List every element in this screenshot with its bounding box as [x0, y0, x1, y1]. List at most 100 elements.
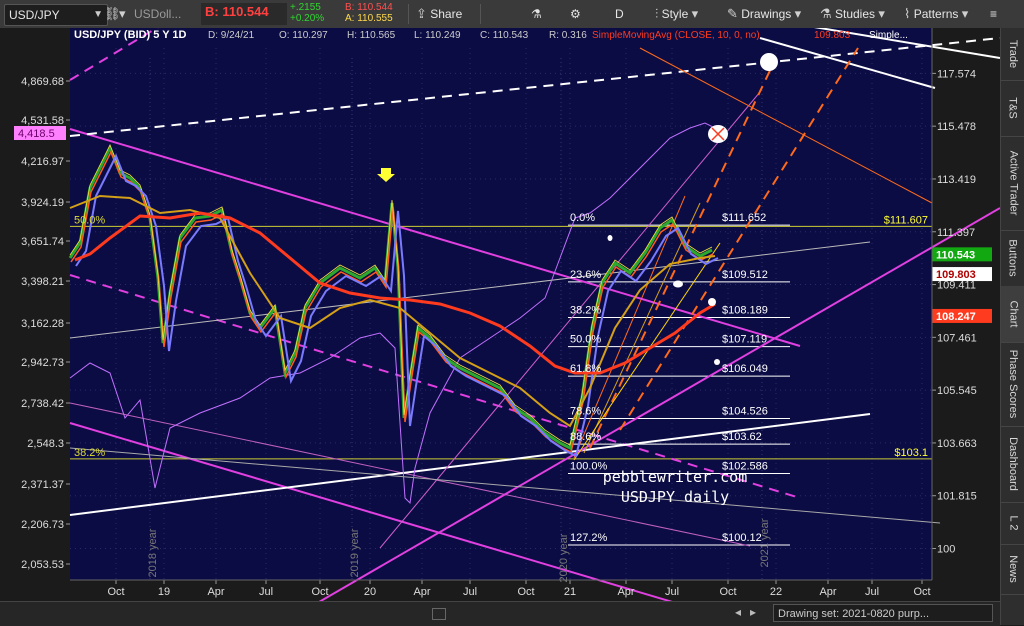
fib-level-price: $106.049 [722, 363, 768, 375]
drawings-button[interactable]: ✎ Drawings ▾ [727, 4, 801, 24]
bid-small: B: 110.544 [345, 2, 393, 13]
left-axis-tick-label: 4,531.58 [21, 115, 64, 127]
sidebar-tab-label: Active Trader [1007, 150, 1019, 216]
patterns-icon: ⌇ [904, 6, 911, 21]
x-axis-tick-label: Jul [665, 586, 679, 598]
left-axis-tick-label: 2,548.3 [27, 438, 64, 450]
chevron-down-icon[interactable]: ▾ [119, 4, 126, 24]
flask-icon[interactable]: ⚗ [531, 4, 542, 24]
year-label: 2019 year [349, 528, 361, 577]
bid-price: B: 110.544 [205, 4, 269, 19]
right-axis-tick-label: 117.574 [937, 68, 976, 80]
x-axis-tick-label: Oct [913, 586, 930, 598]
scroll-handle[interactable] [432, 608, 446, 620]
fib-level-price: $109.512 [722, 269, 768, 281]
ask-small: A: 110.555 [345, 13, 393, 24]
navigate-prev-icon[interactable]: ◂ [735, 605, 741, 619]
fib-level-price: $107.119 [722, 334, 767, 346]
horizontal-level-price: $111.607 [884, 214, 928, 226]
price-chart[interactable]: USD/JPY (BID) 5 Y 1D D: 9/24/21 O: 110.297… [0, 28, 1000, 601]
horizontal-level-pct: 38.2% [74, 447, 105, 459]
fib-level-pct: 50.0% [570, 334, 601, 346]
fib-level-pct: 127.2% [570, 532, 608, 544]
left-axis-tick-label: 2,371.37 [21, 479, 64, 491]
x-axis-tick-label: 19 [158, 586, 170, 598]
sidebar-tab-active-trader[interactable]: Active Trader [1001, 136, 1024, 231]
sidebar-tab-label: News [1007, 555, 1020, 583]
change-box: +.2155 +0.20% [290, 2, 324, 24]
x-axis-tick-label: Jul [259, 586, 273, 598]
header-close: C: 110.543 [480, 30, 529, 41]
left-axis-tick-label: 3,924.19 [21, 197, 64, 209]
header-high: H: 110.565 [347, 30, 396, 41]
right-axis-tick-label: 100 [937, 544, 955, 556]
left-axis-tick-label: 3,651.74 [21, 236, 64, 248]
chevron-down-icon: ▾ [878, 6, 885, 21]
watermark-line-2: USDJPY daily [621, 488, 729, 506]
chevron-down-icon: ▾ [691, 6, 699, 21]
right-axis-value-label: 108.247 [936, 311, 976, 323]
fib-level-price: $103.62 [722, 431, 762, 443]
x-axis-tick-label: Apr [617, 586, 634, 598]
sidebar-tab-buttons[interactable]: Buttons [1001, 230, 1024, 287]
sidebar-tab-phase-scores[interactable]: Phase Scores [1001, 342, 1024, 427]
fib-level-price: $111.652 [722, 212, 766, 224]
sidebar-tab-news[interactable]: News [1001, 544, 1024, 595]
x-axis-tick-label: Apr [819, 586, 836, 598]
left-axis-tick-label: 2,738.42 [21, 398, 64, 410]
gear-icon[interactable]: ⚙ [570, 4, 581, 24]
header-date: D: 9/24/21 [208, 30, 255, 41]
style-button[interactable]: ⫶ Style ▾ [655, 4, 698, 24]
fib-level-price: $104.526 [722, 405, 768, 417]
x-axis-tick-label: 22 [770, 586, 782, 598]
share-icon: ⇪ [416, 6, 427, 21]
right-sidebar: Trade T&S Active Trader Buttons Chart Phase S… [1000, 28, 1024, 625]
sidebar-tab-trade[interactable]: Trade [1001, 28, 1024, 81]
sidebar-tab-label: Chart [1007, 300, 1019, 328]
x-axis-tick-label: Oct [517, 586, 534, 598]
symbol-text: USD/JPY [9, 8, 60, 22]
dot-marker [708, 298, 716, 306]
left-axis-tick-label: 4,869.68 [21, 76, 64, 88]
fib-level-pct: 23.6% [570, 269, 601, 281]
horizontal-level-pct: 50.0% [74, 214, 105, 226]
header-low: L: 110.249 [414, 30, 461, 41]
sidebar-tab-l-2[interactable]: L 2 [1001, 502, 1024, 545]
period-button[interactable]: D [615, 4, 624, 24]
watermark-line-1: pebblewriter.com [603, 468, 748, 486]
pencil-icon: ✎ [727, 6, 738, 21]
fib-level-pct: 88.6% [570, 431, 601, 443]
x-axis-tick-label: Oct [107, 586, 124, 598]
left-axis-tick-label: 3,398.21 [21, 276, 64, 288]
right-axis-tick-label: 107.461 [937, 332, 977, 344]
drawing-set-selector[interactable]: Drawing set: 2021-0820 purp... [773, 604, 993, 622]
sidebar-tab-label: L 2 [1006, 515, 1019, 531]
left-axis-tick-label: 2,053.53 [21, 559, 64, 571]
fib-level-pct: 0.0% [570, 212, 595, 224]
header-extra: Simple... [869, 30, 908, 41]
comparison-symbol[interactable]: USDoll... [134, 4, 194, 24]
header-study-value: 109.803 [814, 30, 851, 41]
studies-button[interactable]: ⚗ Studies ▾ [820, 4, 885, 24]
share-button[interactable]: ⇪ Share [416, 4, 462, 24]
right-axis-value-label: 110.543 [936, 249, 975, 261]
style-icon: ⫶ [655, 6, 659, 21]
right-axis-tick-label: 113.419 [937, 174, 976, 186]
dot-marker [714, 359, 720, 365]
dot-marker [673, 280, 683, 288]
sidebar-tab-t-s[interactable]: T&S [1001, 80, 1024, 137]
fib-level-pct: 38.2% [570, 304, 601, 316]
sidebar-tab-dashboard[interactable]: Dashboard [1001, 426, 1024, 503]
toolbar: USD/JPY ▼ ⛓ ▾ USDoll... B: 110.544 +.215… [0, 0, 1024, 29]
fib-level-price: $108.189 [722, 304, 768, 316]
navigate-next-icon[interactable]: ▸ [750, 605, 756, 619]
header-study: SimpleMovingAvg (CLOSE, 10, 0, no) [592, 30, 760, 41]
sidebar-tab-label: Trade [1007, 39, 1020, 69]
year-label: 2018 year [147, 528, 159, 577]
sidebar-tab-chart[interactable]: Chart [1001, 286, 1024, 343]
horizontal-level-price: $103.1 [894, 447, 928, 459]
sidebar-tab-label: T&S [1007, 97, 1019, 119]
patterns-button[interactable]: ⌇ Patterns ▾ [904, 4, 968, 24]
more-icon[interactable]: ≡ [990, 4, 997, 24]
symbol-selector[interactable]: USD/JPY ▼ [4, 4, 108, 26]
